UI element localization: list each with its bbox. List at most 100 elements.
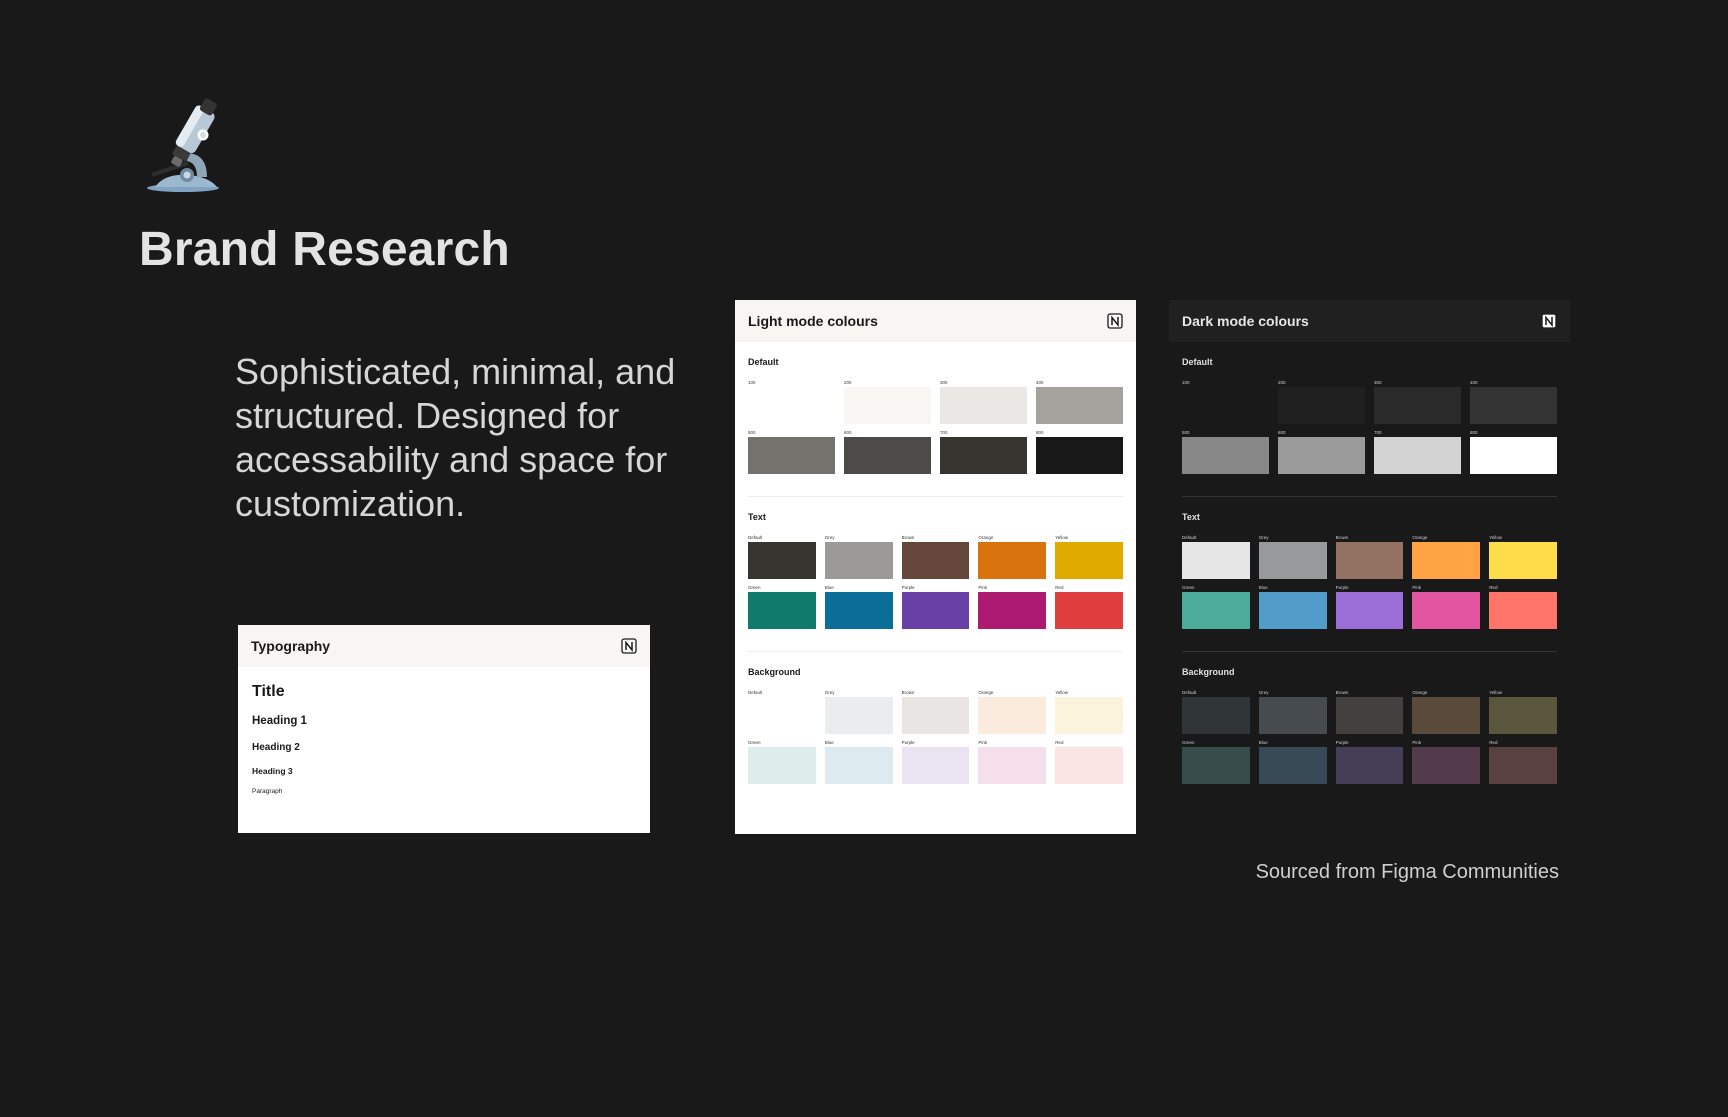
colour-swatch [1278,437,1365,474]
colour-swatch [978,592,1047,629]
swatch-item: 400 [1036,379,1123,429]
swatch-label: Brown [901,535,915,540]
swatch-item: Default [748,534,816,584]
colour-swatch [1278,387,1365,424]
swatch-label: Yellow [1489,535,1503,540]
tagline: Sophisticated, minimal, and structured. … [235,351,676,524]
colour-swatch [844,387,931,424]
colour-swatch [1182,542,1250,579]
colour-swatch [1182,747,1250,784]
colour-swatch [824,747,893,784]
section-divider [748,496,1123,497]
swatch-item: Orange [978,534,1047,584]
swatch-item: Green [1182,584,1250,634]
sample-title: Title [252,683,285,700]
swatch-label: Pink [1412,585,1422,590]
swatch-label: Pink [1412,740,1422,745]
colour-swatch [1036,437,1123,474]
swatch-item: Pink [978,584,1047,634]
swatch-item: 700 [940,429,1027,479]
swatch-item: Red [1055,584,1123,634]
swatch-item: Purple [1335,584,1404,634]
swatch-item: Brown [901,534,970,584]
typography-card-title: Typography [251,638,331,654]
swatch-label: 300 [940,380,948,385]
swatch-label: Red [1055,585,1064,590]
swatch-item: 500 [1182,429,1269,479]
swatch-item: 500 [748,429,835,479]
swatch-label: Default [748,535,763,540]
swatch-label: Default [748,690,763,695]
colour-swatch [1412,542,1481,579]
swatch-label: Orange [1412,535,1428,540]
swatch-label: 200 [844,380,852,385]
section-divider [748,651,1123,652]
swatch-item: Pink [1412,739,1481,789]
swatch-item: Blue [824,739,893,789]
swatch-label: Blue [824,585,834,590]
swatch-grid: Default Grey Brown Orange Yellow Green Blue Pur… [1182,534,1557,634]
colour-swatch [824,542,893,579]
colour-swatch [1335,747,1404,784]
swatch-item: 400 [1470,379,1557,429]
colour-swatch [1258,747,1327,784]
colour-swatch [901,747,970,784]
swatch-label: 400 [1036,380,1044,385]
light-mode-colours-card: Light mode colours Default 100 200 300 400 50… [735,300,1136,834]
swatch-label: Grey [1258,690,1269,695]
swatch-label: 700 [940,430,948,435]
colour-swatch [1374,437,1461,474]
section-label: Text [1182,512,1200,522]
swatch-label: Grey [824,535,835,540]
swatch-label: Brown [1335,690,1349,695]
swatch-label: 600 [844,430,852,435]
colour-swatch [1055,747,1123,784]
colour-swatch [901,697,970,734]
colour-swatch [1182,592,1250,629]
typography-card-header: Typography [238,625,650,667]
section-label: Default [748,357,779,367]
swatch-item: Red [1489,584,1557,634]
section-label: Background [748,667,801,677]
swatch-label: Grey [1258,535,1269,540]
microscope-icon [147,98,219,192]
swatch-item: Grey [1258,534,1327,584]
swatch-item: Yellow [1489,689,1557,739]
sample-paragraph: Paragraph [252,788,283,795]
colour-swatch [1182,387,1269,424]
swatch-label: Default [1182,690,1197,695]
colour-swatch [1335,592,1404,629]
notion-logo-icon [621,638,637,654]
colour-swatch [824,697,893,734]
swatch-item: Blue [824,584,893,634]
colour-swatch [748,592,816,629]
swatch-label: 300 [1374,380,1382,385]
swatch-label: Green [748,740,761,745]
colour-swatch [1374,387,1461,424]
swatch-item: 700 [1374,429,1461,479]
swatch-label: Red [1489,740,1498,745]
colour-swatch [1412,592,1481,629]
swatch-label: 100 [1182,380,1190,385]
typography-card: Typography Title Heading 1 Heading 2 Hea… [238,625,650,833]
swatch-label: Purple [901,740,915,745]
swatch-label: Yellow [1055,690,1069,695]
swatch-label: Pink [978,740,988,745]
swatch-item: Yellow [1055,534,1123,584]
swatch-item: Purple [901,584,970,634]
canvas: Brand Research Sophisticated, minimal, a… [0,0,1728,1117]
swatch-label: Blue [824,740,834,745]
swatch-label: Orange [978,690,994,695]
colour-swatch [940,437,1027,474]
swatch-label: Green [748,585,761,590]
colour-swatch [1036,387,1123,424]
colour-swatch [1470,387,1557,424]
swatch-item: Yellow [1489,534,1557,584]
dark-card-header: Dark mode colours [1169,300,1570,342]
colour-swatch [748,542,816,579]
swatch-item: 600 [1278,429,1365,479]
swatch-item: Blue [1258,739,1327,789]
swatch-label: Blue [1258,740,1268,745]
colour-swatch [1055,697,1123,734]
colour-swatch [1489,697,1557,734]
